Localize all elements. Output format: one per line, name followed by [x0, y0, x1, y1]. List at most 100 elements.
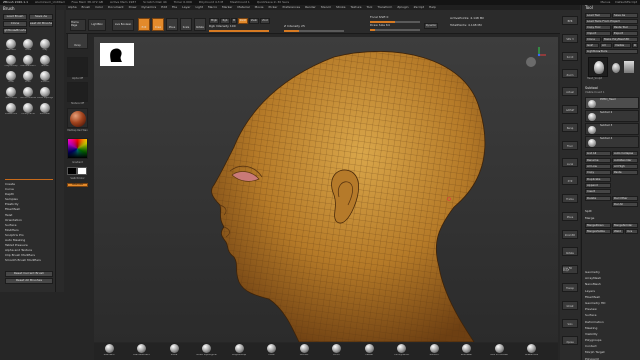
load-tool-button[interactable]: Load Tool	[585, 13, 611, 18]
menu-preferences[interactable]: Preferences	[282, 5, 300, 9]
copy-tool-button[interactable]: Copy Tool	[585, 25, 611, 30]
shelf-xpose-button[interactable]: Xpose	[562, 336, 578, 346]
paste-button[interactable]: Paste	[612, 170, 638, 175]
brush-menu-smooth-brush-modifiers[interactable]: Smooth Brush Modifiers	[5, 259, 53, 264]
make-polymesh-button[interactable]: Make PolyMesh3D	[602, 37, 638, 42]
insert-button[interactable]: Insert	[585, 189, 611, 194]
perspective-button[interactable]: Persp	[67, 32, 88, 49]
move-button[interactable]: Move	[166, 18, 178, 31]
shelf-brush-move[interactable]: Move	[163, 344, 185, 357]
shelf-brush-trimdynamic[interactable]: TrimDynamic	[391, 344, 413, 357]
menu-light[interactable]: Light	[195, 5, 203, 9]
all-high-button[interactable]: All High	[612, 164, 638, 169]
subtool-item[interactable]: Subtool 4	[585, 136, 639, 148]
alpha-slot[interactable]	[67, 57, 88, 77]
brush-move[interactable]: Move	[20, 38, 36, 53]
shelf-brush-snakehook[interactable]: SnakeHook	[521, 344, 543, 357]
shelf-ghost-button[interactable]: Ghost	[562, 300, 578, 310]
live-boolean-button[interactable]: Live Boolean	[112, 19, 134, 31]
del-all-button[interactable]: Del All	[612, 202, 638, 207]
main-color-swatch[interactable]	[67, 167, 77, 175]
lightbox-tools-button[interactable]: Lightbox▸Tools	[585, 49, 638, 54]
brush-imm-curve[interactable]: IMM Curve	[3, 86, 19, 101]
scale-button[interactable]: Scale	[180, 18, 192, 31]
goz-button[interactable]: GoZ	[585, 43, 599, 48]
clone-button[interactable]: Clone	[3, 21, 27, 27]
merge-down-button[interactable]: MergeDown	[585, 223, 611, 228]
uvs-button[interactable]: Uvs	[625, 229, 638, 234]
shelf-rotate-button[interactable]: Rotate	[562, 247, 578, 257]
shelf-actual-button[interactable]: Actual	[562, 87, 578, 97]
polymesh-tool-icon[interactable]	[624, 61, 634, 73]
export-button[interactable]: Export	[612, 31, 638, 36]
brush-snakehook[interactable]: SnakeHook	[3, 102, 19, 117]
menu-picker[interactable]: Picker	[269, 5, 278, 9]
shelf-brush-zmodeler[interactable]: ZModeler	[456, 344, 478, 357]
menu-edit[interactable]: Edit	[161, 5, 167, 9]
menu-brush[interactable]: Brush	[82, 5, 91, 9]
merge-visible-button[interactable]: MergeVisible	[585, 229, 611, 234]
auto-collapse-button[interactable]: Auto Collapse	[612, 151, 638, 156]
zcut-button[interactable]: Zcut	[260, 18, 270, 24]
color-picker[interactable]	[67, 138, 88, 159]
shelf-xyz-button[interactable]: XYZ	[562, 176, 578, 186]
brush-zmodeler[interactable]: ZModeler	[37, 102, 53, 117]
shelf-brush-smooth[interactable]: Smooth	[423, 344, 445, 357]
lightbox-brushes-button[interactable]: Lightbox▸Brushes	[3, 28, 27, 34]
reset-all-brushes-button[interactable]: Reset All Brushes	[29, 21, 53, 27]
menu-render[interactable]: Render	[305, 5, 316, 9]
weld-button[interactable]: Weld	[612, 229, 624, 234]
texture-slot[interactable]	[67, 82, 88, 102]
shelf-aahalf-button[interactable]: AAHalf	[562, 105, 578, 114]
sphere-tool-icon[interactable]	[612, 63, 620, 73]
draw-size-slider[interactable]	[370, 29, 420, 31]
shelf-move-button[interactable]: Move	[562, 211, 578, 221]
menu-document[interactable]: Document	[108, 5, 124, 9]
brush-move-topological[interactable]: Move Topological	[37, 86, 53, 101]
copy-button[interactable]: Copy	[585, 170, 611, 175]
autoreorder-button[interactable]: AutoReorder	[612, 158, 638, 163]
shelf-brush-standard[interactable]: Standard	[98, 344, 120, 357]
navigation-gizmo[interactable]	[526, 47, 546, 67]
shelf-floor-button[interactable]: Floor	[562, 140, 578, 150]
head-sculpt[interactable]	[211, 51, 486, 342]
shelf-brush-pinch[interactable]: Pinch	[326, 344, 348, 357]
split-section[interactable]: Split	[585, 209, 592, 213]
rotate-button[interactable]: Rotate	[194, 18, 206, 31]
all-low-button[interactable]: All Low	[585, 164, 611, 169]
menu-marker[interactable]: Marker	[222, 5, 232, 9]
shelf-brush-claybuildup[interactable]: ClayBuildup	[228, 344, 250, 357]
shelf-zoom3d-button[interactable]: Zoom3D	[562, 229, 578, 239]
menu-macro[interactable]: Macro	[208, 5, 217, 9]
menu-stroke[interactable]: Stroke	[336, 5, 346, 9]
menu-material[interactable]: Material	[237, 5, 249, 9]
lightbox-button[interactable]: LightBox	[88, 19, 106, 31]
menu-stencil[interactable]: Stencil	[321, 5, 331, 9]
subtool-item[interactable]: Subtool 2	[585, 110, 639, 122]
append-button[interactable]: Append	[585, 183, 611, 188]
shelf-brush-inflat[interactable]: Inflat	[261, 344, 283, 357]
load-tools-project-button[interactable]: Load Tools From Project	[585, 19, 638, 24]
edit-button[interactable]: Edit	[138, 18, 150, 31]
r-button[interactable]: R	[632, 43, 638, 48]
brush-claybuildup[interactable]: ClayBuildup	[3, 54, 19, 69]
subtool-item[interactable]: Subtool 3	[585, 123, 639, 135]
zsub-button[interactable]: Zsub	[249, 18, 259, 24]
menu-layer[interactable]: Layer	[182, 5, 190, 9]
shelf-transp-button[interactable]: Transp	[562, 283, 578, 292]
canvas-viewport[interactable]	[94, 37, 558, 342]
menu-draw[interactable]: Draw	[129, 5, 137, 9]
duplicate-button[interactable]: Duplicate	[585, 177, 611, 182]
menu-texture[interactable]: Texture	[351, 5, 362, 9]
shelf-frame-button[interactable]: Frame	[562, 194, 578, 203]
shelf-line-fill-polyf-button[interactable]: Line Fill PolyF	[562, 265, 578, 275]
shelf-brush-move-topological[interactable]: Move Topological	[196, 344, 218, 357]
menu-color[interactable]: Color	[95, 5, 103, 9]
brush-smooth[interactable]: Smooth	[37, 70, 53, 85]
load-brush-button[interactable]: Load Brush	[3, 14, 27, 20]
all-button[interactable]: All	[600, 43, 612, 48]
menu-tool[interactable]: Tool	[366, 5, 372, 9]
brush-hpolish[interactable]: hPolish	[37, 54, 53, 69]
reset-current-brush-button[interactable]: Reset Current Brush	[5, 271, 53, 277]
shelf-brush-damstandard[interactable]: DamStandard	[131, 344, 153, 357]
